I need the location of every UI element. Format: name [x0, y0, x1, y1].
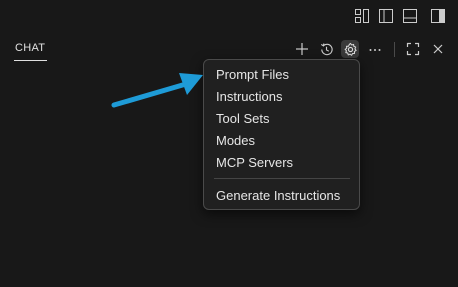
customize-layout-icon [355, 9, 369, 23]
more-actions-button[interactable] [366, 40, 384, 58]
plus-icon [296, 43, 308, 55]
maximize-icon [406, 42, 420, 56]
menu-item-tool-sets[interactable]: Tool Sets [216, 109, 269, 129]
toggle-secondary-sidebar-button[interactable] [428, 6, 448, 26]
tab-chat[interactable]: CHAT [15, 42, 45, 54]
more-icon [369, 49, 381, 51]
header-separator [394, 42, 395, 57]
maximize-button[interactable] [404, 40, 422, 58]
toggle-panel-button[interactable] [400, 6, 420, 26]
customize-layout-button[interactable] [352, 6, 372, 26]
gear-icon [344, 42, 357, 56]
menu-item-generate-instructions[interactable]: Generate Instructions [216, 186, 340, 206]
close-button[interactable] [429, 40, 447, 58]
new-chat-button[interactable] [293, 40, 311, 58]
toggle-primary-sidebar-button[interactable] [376, 6, 396, 26]
menu-item-prompt-files[interactable]: Prompt Files [216, 65, 289, 85]
history-button[interactable] [317, 40, 335, 58]
toggle-secondary-sidebar-icon [431, 9, 445, 23]
history-icon [320, 42, 333, 55]
menu-divider [214, 178, 350, 179]
menu-item-mcp-servers[interactable]: MCP Servers [216, 153, 293, 173]
toggle-panel-icon [403, 9, 417, 23]
close-icon [433, 44, 443, 54]
menu-item-modes[interactable]: Modes [216, 131, 255, 151]
configure-button[interactable] [341, 40, 359, 58]
menu-item-instructions[interactable]: Instructions [216, 87, 282, 107]
configure-menu: Prompt Files Instructions Tool Sets Mode… [203, 59, 360, 210]
title-bar [0, 0, 458, 32]
active-tab-indicator [14, 60, 47, 61]
toggle-primary-sidebar-icon [379, 9, 393, 23]
